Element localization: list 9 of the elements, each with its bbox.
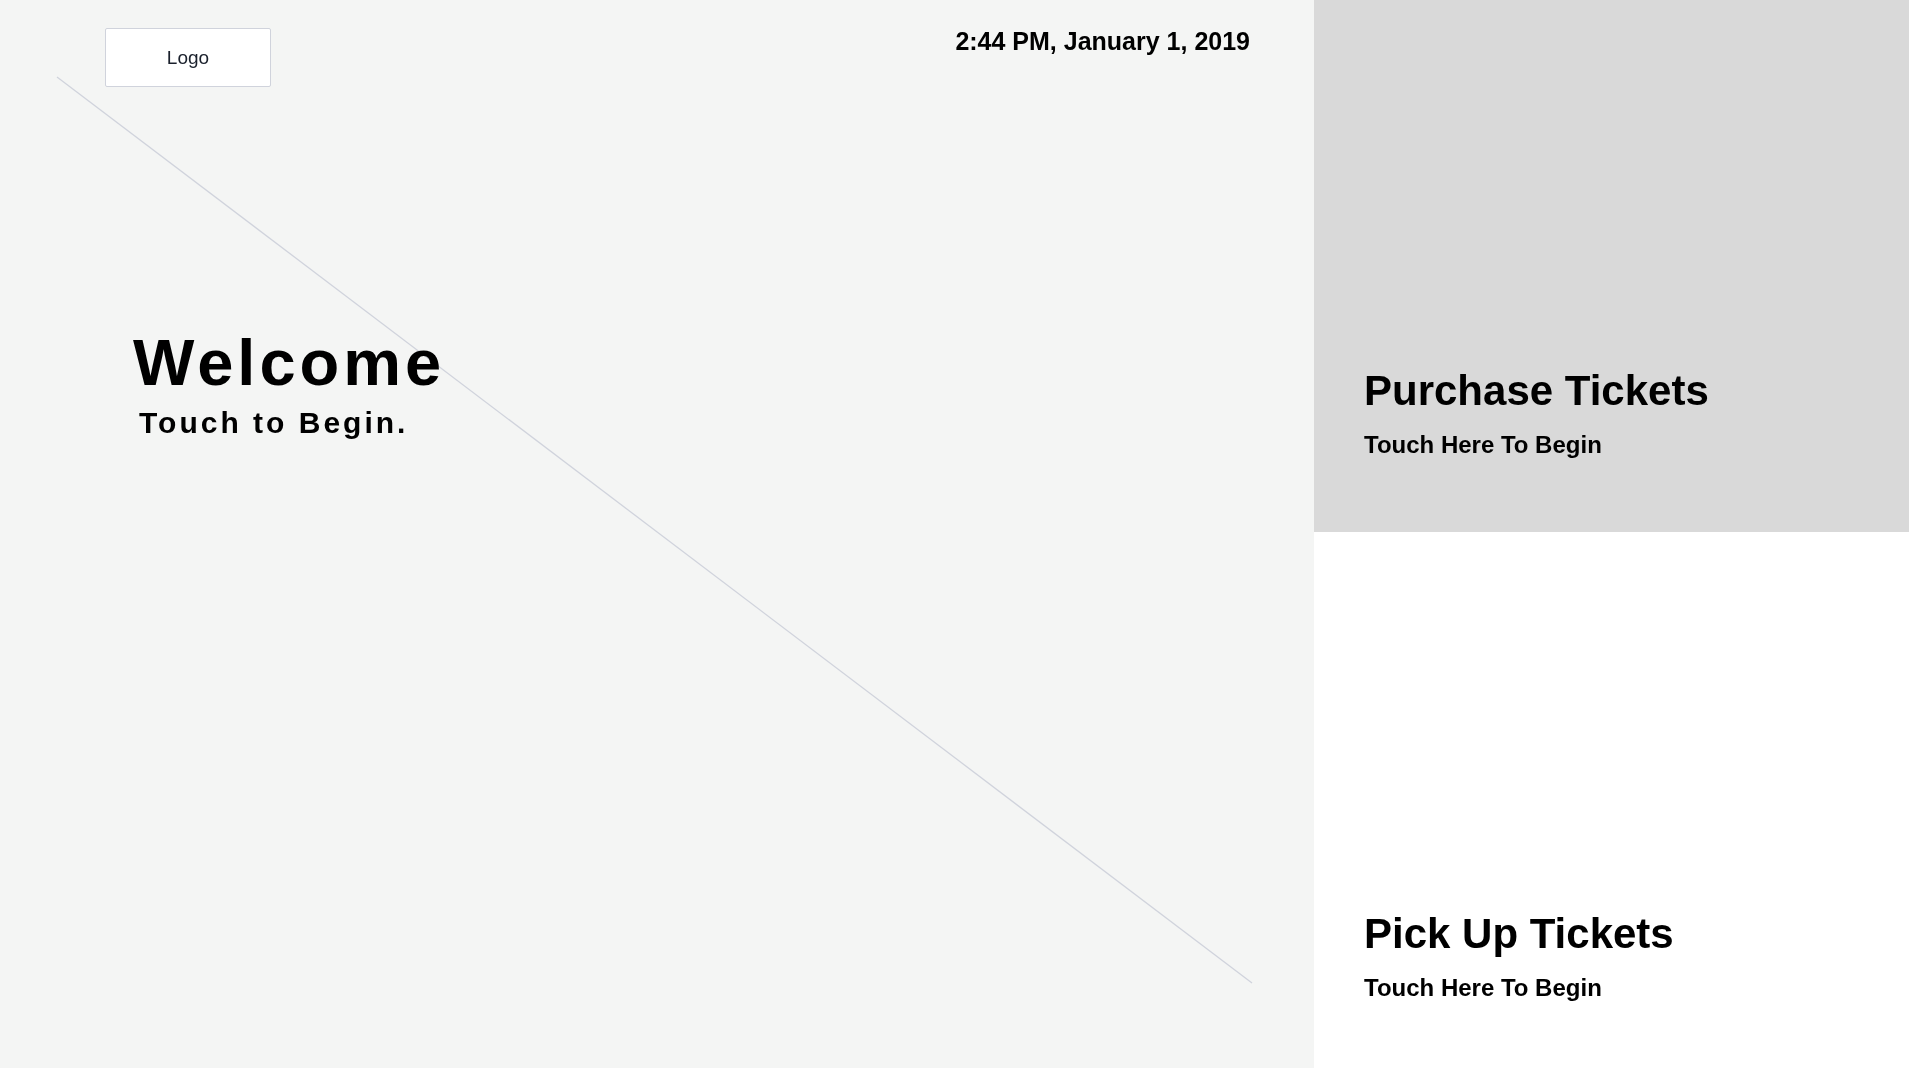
card-title: Pick Up Tickets (1364, 913, 1674, 955)
option-card[interactable]: Purchase Tickets Touch Here To Begin (1314, 0, 1909, 532)
card-subtitle: Touch Here To Begin (1364, 433, 1602, 457)
logo-text: Logo (166, 48, 210, 67)
welcome-heading: Welcome (133, 330, 446, 395)
card-subtitle: Touch Here To Begin (1364, 976, 1602, 1000)
welcome-subtitle: Touch to Begin. (139, 408, 409, 438)
date-time: 2:44 PM, January 1, 2019 (955, 29, 1250, 54)
card-title: Purchase Tickets (1364, 370, 1709, 412)
